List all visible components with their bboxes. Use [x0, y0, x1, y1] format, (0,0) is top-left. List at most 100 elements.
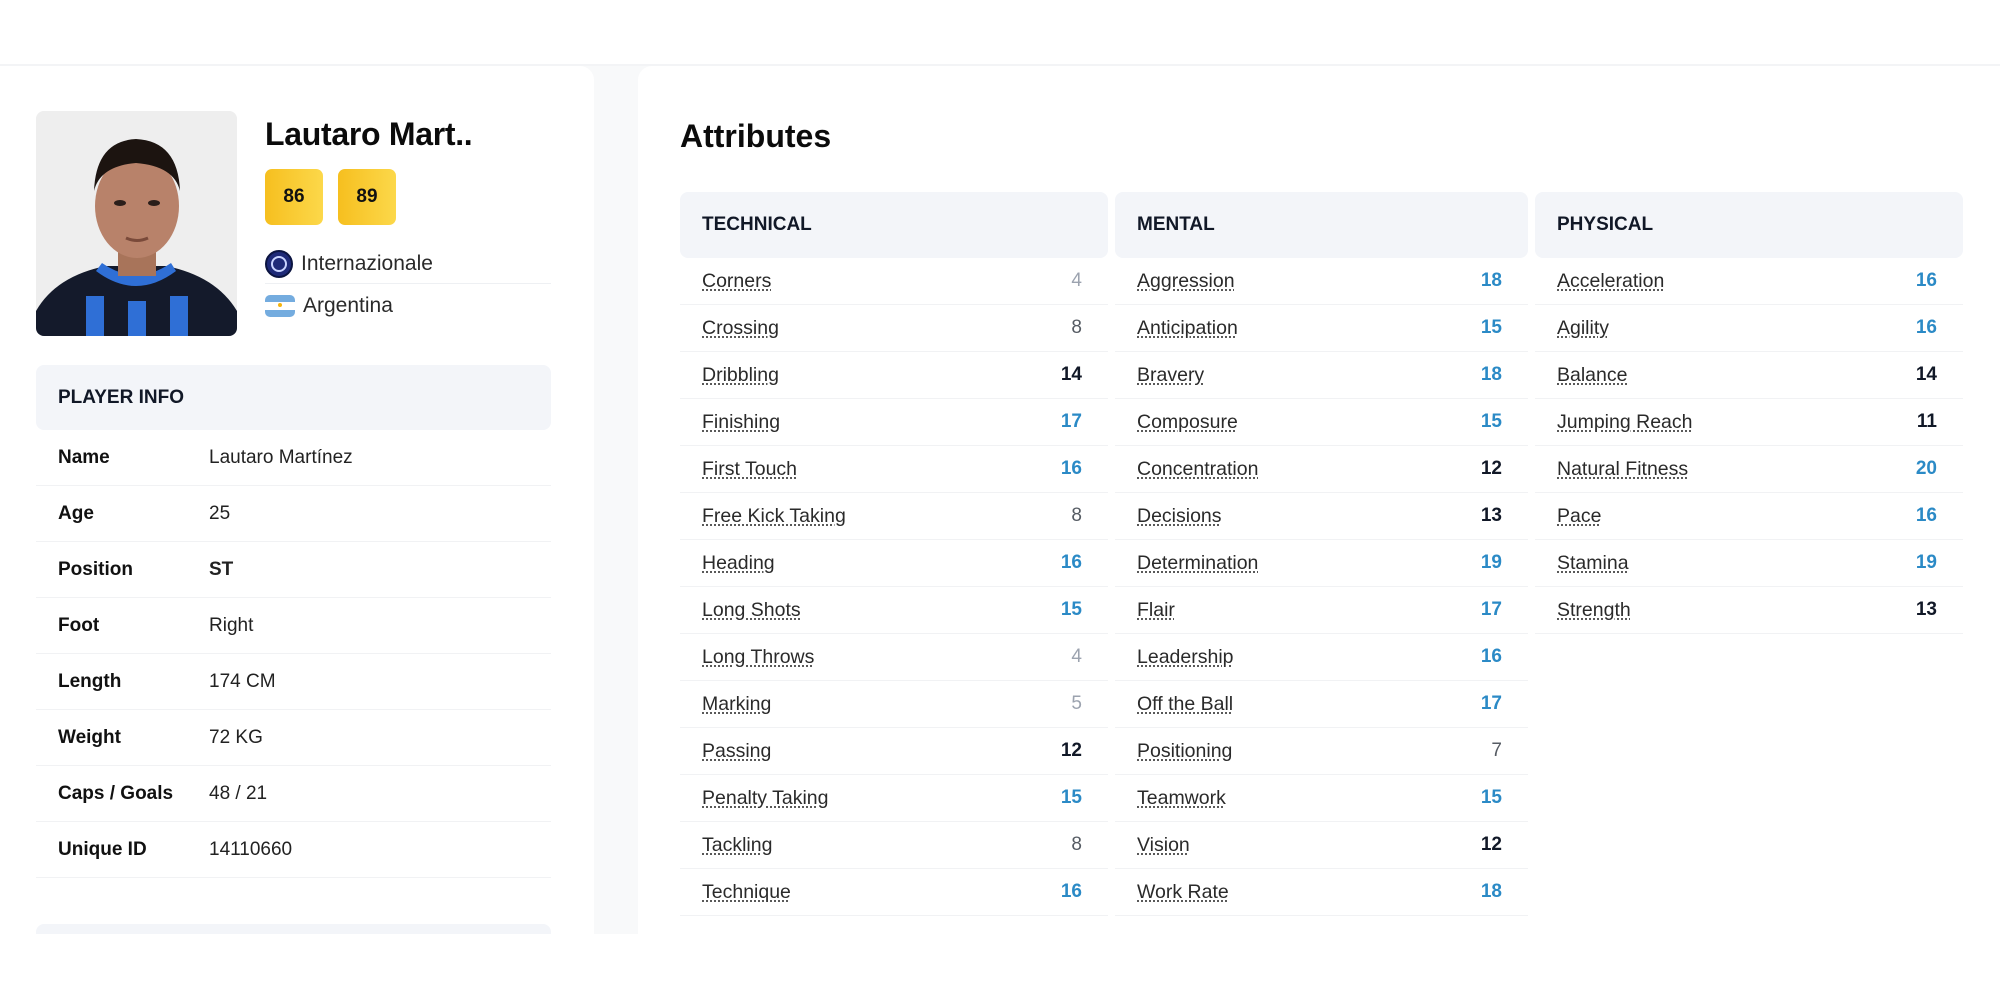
attribute-row: Positioning 7 — [1115, 728, 1528, 775]
player-info-header: PLAYER INFO — [36, 365, 551, 430]
attribute-name[interactable]: Pace — [1557, 505, 1601, 528]
attribute-name[interactable]: Flair — [1137, 599, 1175, 622]
info-value: 25 — [209, 502, 231, 524]
mental-header: MENTAL — [1115, 192, 1528, 258]
attribute-value: 15 — [1480, 411, 1502, 432]
info-row-age: Age 25 — [36, 486, 551, 542]
attribute-row: Balance 14 — [1535, 352, 1963, 399]
potential-ability-badge: 89 — [338, 169, 396, 225]
attribute-row: Bravery 18 — [1115, 352, 1528, 399]
attribute-row: Corners 4 — [680, 258, 1108, 305]
attribute-row: Aggression 18 — [1115, 258, 1528, 305]
attribute-row: Marking 5 — [680, 681, 1108, 728]
attribute-row: Strength 13 — [1535, 587, 1963, 634]
attribute-row: Acceleration 16 — [1535, 258, 1963, 305]
attribute-name[interactable]: Passing — [702, 740, 771, 763]
attribute-name[interactable]: Vision — [1137, 834, 1190, 857]
player-info-table: Name Lautaro Martínez Age 25 Position ST… — [36, 430, 551, 878]
attribute-name[interactable]: Marking — [702, 693, 771, 716]
attribute-value: 14 — [1915, 364, 1937, 385]
attribute-value: 16 — [1060, 881, 1082, 902]
info-value: Right — [209, 614, 254, 636]
attribute-name[interactable]: Agility — [1557, 317, 1609, 340]
country-name: Argentina — [303, 294, 393, 317]
attribute-name[interactable]: Strength — [1557, 599, 1631, 622]
attribute-value: 13 — [1480, 505, 1502, 526]
attribute-value: 5 — [1071, 693, 1082, 714]
club-link[interactable]: Internazionale — [265, 244, 551, 284]
attribute-row: First Touch 16 — [680, 446, 1108, 493]
attribute-value: 17 — [1480, 599, 1502, 620]
attribute-name[interactable]: Bravery — [1137, 364, 1204, 387]
attribute-name[interactable]: Balance — [1557, 364, 1627, 387]
attribute-name[interactable]: Leadership — [1137, 646, 1234, 669]
attribute-name[interactable]: Jumping Reach — [1557, 411, 1693, 434]
attribute-row: Dribbling 14 — [680, 352, 1108, 399]
attribute-row: Free Kick Taking 8 — [680, 493, 1108, 540]
mental-list: Aggression 18 Anticipation 15 Bravery 18 Compo… — [1115, 258, 1528, 916]
attribute-name[interactable]: Penalty Taking — [702, 787, 828, 810]
attribute-name[interactable]: Corners — [702, 270, 771, 293]
attribute-name[interactable]: Technique — [702, 881, 791, 904]
attribute-row: Passing 12 — [680, 728, 1108, 775]
attribute-row: Long Shots 15 — [680, 587, 1108, 634]
attribute-value: 8 — [1071, 505, 1082, 526]
attribute-value: 16 — [1060, 458, 1082, 479]
attribute-row: Natural Fitness 20 — [1535, 446, 1963, 493]
info-row-length: Length 174 CM — [36, 654, 551, 710]
attribute-value: 12 — [1480, 834, 1502, 855]
attribute-name[interactable]: Crossing — [702, 317, 779, 340]
attribute-name[interactable]: Decisions — [1137, 505, 1222, 528]
attribute-name[interactable]: Anticipation — [1137, 317, 1238, 340]
attribute-row: Crossing 8 — [680, 305, 1108, 352]
country-link[interactable]: Argentina — [265, 286, 551, 326]
attribute-value: 18 — [1480, 364, 1502, 385]
attribute-value: 4 — [1071, 270, 1082, 291]
attribute-row: Decisions 13 — [1115, 493, 1528, 540]
attribute-name[interactable]: Aggression — [1137, 270, 1235, 293]
attribute-name[interactable]: Free Kick Taking — [702, 505, 846, 528]
attribute-row: Teamwork 15 — [1115, 775, 1528, 822]
attribute-name[interactable]: Determination — [1137, 552, 1258, 575]
info-value: 14110660 — [209, 838, 293, 860]
attribute-name[interactable]: Long Throws — [702, 646, 814, 669]
current-ability-badge: 86 — [265, 169, 323, 225]
player-photo — [36, 111, 237, 336]
attribute-name[interactable]: Natural Fitness — [1557, 458, 1688, 481]
attribute-name[interactable]: First Touch — [702, 458, 797, 481]
attribute-name[interactable]: Acceleration — [1557, 270, 1664, 293]
info-label: Unique ID — [58, 838, 147, 860]
attribute-name[interactable]: Composure — [1137, 411, 1238, 434]
info-value: ST — [209, 558, 234, 580]
attribute-row: Heading 16 — [680, 540, 1108, 587]
attribute-name[interactable]: Teamwork — [1137, 787, 1226, 810]
info-label: Age — [58, 502, 94, 524]
attribute-row: Anticipation 15 — [1115, 305, 1528, 352]
attribute-row: Agility 16 — [1535, 305, 1963, 352]
attribute-row: Leadership 16 — [1115, 634, 1528, 681]
attribute-row: Pace 16 — [1535, 493, 1963, 540]
attribute-name[interactable]: Off the Ball — [1137, 693, 1233, 716]
attribute-value: 20 — [1915, 458, 1937, 479]
info-row-name: Name Lautaro Martínez — [36, 430, 551, 486]
attribute-name[interactable]: Work Rate — [1137, 881, 1229, 904]
attribute-name[interactable]: Long Shots — [702, 599, 801, 622]
attribute-value: 15 — [1060, 599, 1082, 620]
club-name: Internazionale — [301, 251, 433, 275]
attribute-name[interactable]: Heading — [702, 552, 775, 575]
attribute-name[interactable]: Tackling — [702, 834, 772, 857]
info-label: Length — [58, 670, 122, 692]
attribute-value: 19 — [1915, 552, 1937, 573]
info-row-weight: Weight 72 KG — [36, 710, 551, 766]
attribute-value: 17 — [1060, 411, 1082, 432]
attribute-name[interactable]: Positioning — [1137, 740, 1232, 763]
info-label: Name — [58, 446, 110, 468]
attribute-name[interactable]: Finishing — [702, 411, 780, 434]
attribute-value: 15 — [1480, 317, 1502, 338]
attribute-name[interactable]: Concentration — [1137, 458, 1258, 481]
attribute-row: Composure 15 — [1115, 399, 1528, 446]
attribute-name[interactable]: Stamina — [1557, 552, 1629, 575]
attribute-value: 17 — [1480, 693, 1502, 714]
attribute-name[interactable]: Dribbling — [702, 364, 779, 387]
attribute-value: 15 — [1480, 787, 1502, 808]
